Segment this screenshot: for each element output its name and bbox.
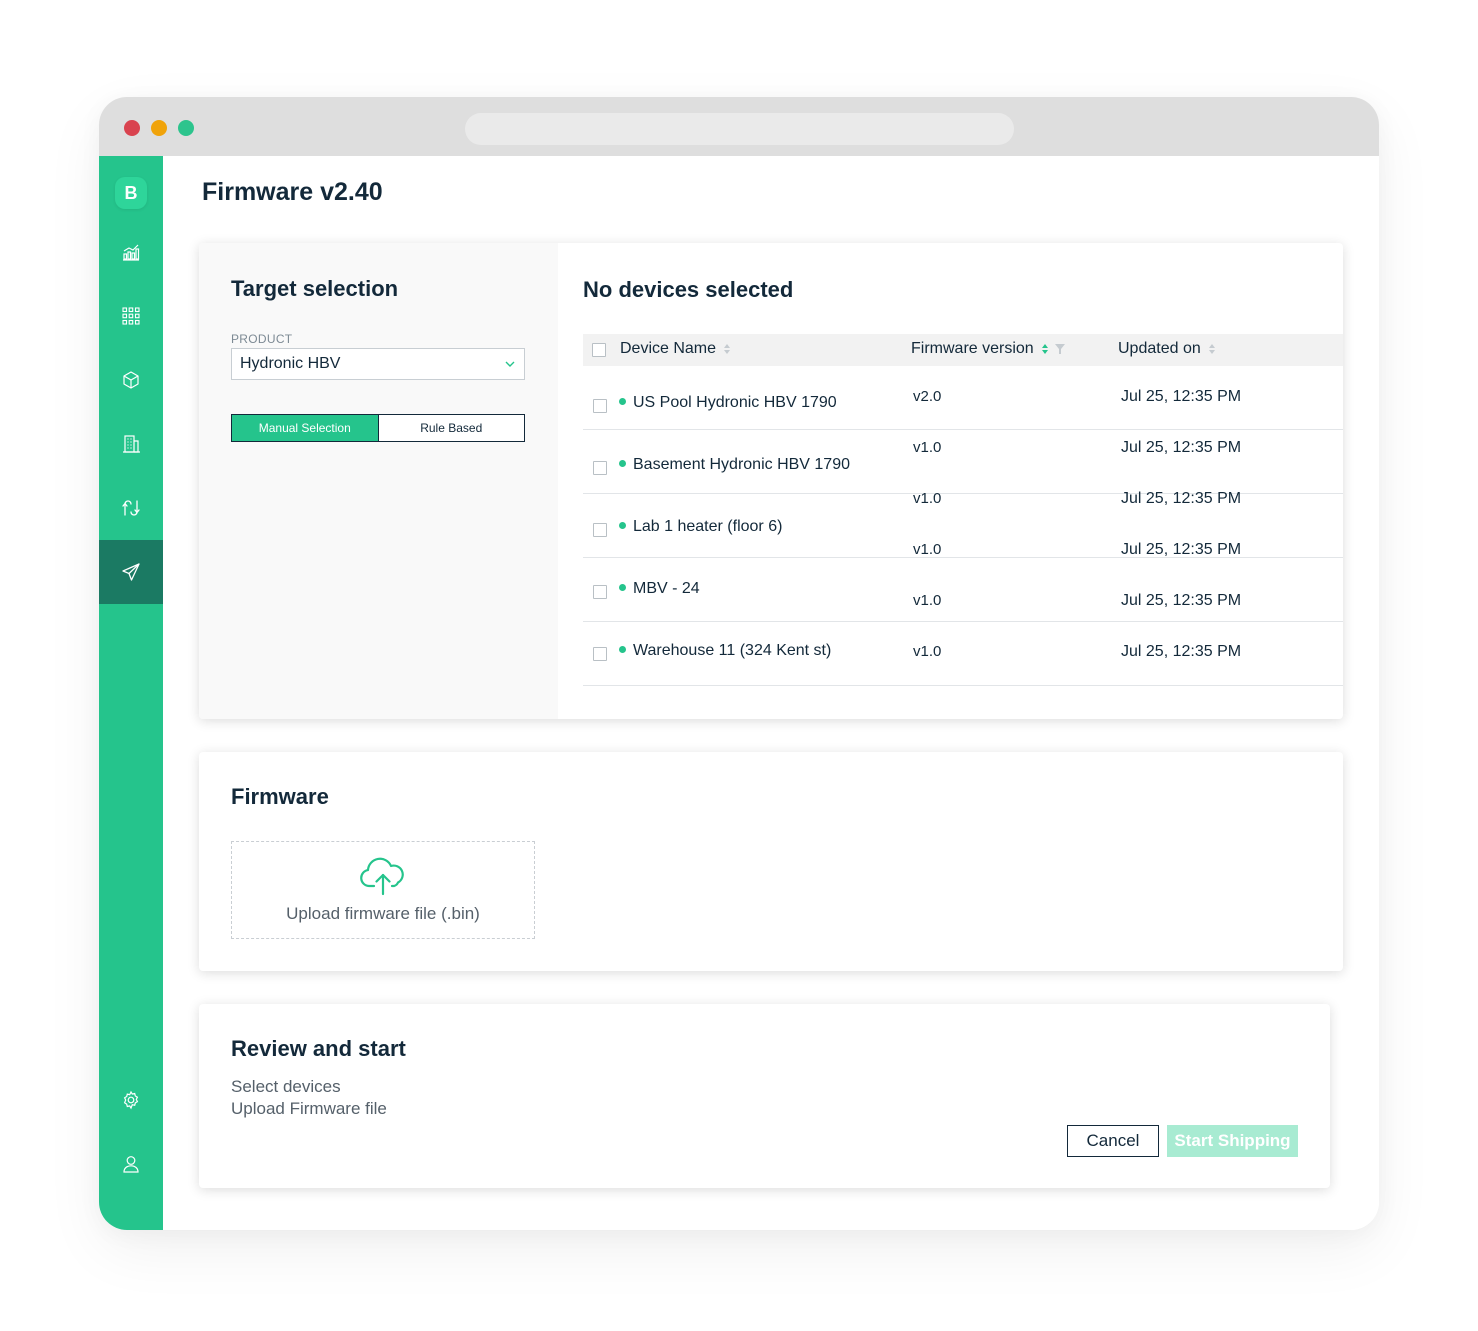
sidebar-item-profile[interactable] xyxy=(99,1132,163,1196)
target-selection-title: Target selection xyxy=(231,276,399,301)
sidebar-item-organizations[interactable] xyxy=(99,412,163,476)
row-checkbox[interactable] xyxy=(593,585,607,599)
select-all-checkbox[interactable] xyxy=(592,343,606,357)
device-name[interactable]: Basement Hydronic HBV 1790 xyxy=(619,456,850,474)
firmware-title: Firmware xyxy=(231,784,329,809)
analytics-icon xyxy=(123,244,140,261)
firmware-card: Firmware Upload firmware file (.bin) xyxy=(199,752,1343,971)
sidebar-item-firmware[interactable] xyxy=(99,540,163,604)
online-status-dot xyxy=(619,646,626,654)
target-selection-card: Target selection PRODUCT Hydronic HBV Ma… xyxy=(199,243,1343,719)
address-bar[interactable] xyxy=(465,113,1014,145)
devices-title: No devices selected xyxy=(583,277,794,302)
start-shipping-button[interactable]: Start Shipping xyxy=(1167,1125,1298,1157)
column-device-name[interactable]: Device Name xyxy=(620,340,731,358)
gear-icon xyxy=(123,1090,139,1110)
maximize-window-dot[interactable] xyxy=(178,120,194,136)
device-name[interactable]: MBV - 24 xyxy=(619,580,700,598)
grid-icon xyxy=(122,307,140,325)
firmware-version: v1.0 xyxy=(913,490,942,507)
online-status-dot xyxy=(619,584,626,592)
column-updated-on-label: Updated on xyxy=(1118,340,1201,357)
firmware-version: v1.0 xyxy=(913,541,942,558)
updated-on: Jul 25, 12:35 PM xyxy=(1121,490,1242,507)
rule-based-button[interactable]: Rule Based xyxy=(378,415,524,441)
column-firmware-version-label: Firmware version xyxy=(911,340,1034,357)
manual-selection-button[interactable]: Manual Selection xyxy=(232,415,379,441)
sort-icon xyxy=(1209,343,1216,354)
updated-on: Jul 25, 12:35 PM xyxy=(1121,388,1242,405)
row-divider xyxy=(583,685,1343,686)
device-name-text: MBV - 24 xyxy=(633,580,700,597)
sidebar-item-transfer[interactable] xyxy=(99,476,163,540)
close-window-dot[interactable] xyxy=(124,120,140,136)
review-step-upload-firmware: Upload Firmware file xyxy=(231,1099,387,1118)
transfer-icon xyxy=(122,500,140,516)
product-select[interactable]: Hydronic HBV xyxy=(231,348,525,380)
building-icon xyxy=(123,435,140,453)
firmware-version: v1.0 xyxy=(913,592,942,609)
chevron-down-icon xyxy=(505,361,515,367)
firmware-version: v2.0 xyxy=(913,388,942,405)
upload-label: Upload firmware file (.bin) xyxy=(286,904,480,923)
review-card: Review and start Select devices Upload F… xyxy=(199,1004,1330,1188)
target-pane: Target selection PRODUCT Hydronic HBV Ma… xyxy=(199,243,558,719)
user-icon xyxy=(123,1156,139,1173)
cancel-button[interactable]: Cancel xyxy=(1067,1125,1159,1157)
devices-table-header: Device Name Firmware version Updated on xyxy=(583,334,1343,366)
row-checkbox[interactable] xyxy=(593,461,607,475)
row-checkbox[interactable] xyxy=(593,399,607,413)
column-firmware-version[interactable]: Firmware version xyxy=(911,340,1065,358)
updated-on: Jul 25, 12:35 PM xyxy=(1121,592,1242,609)
sidebar-item-products[interactable] xyxy=(99,348,163,412)
minimize-window-dot[interactable] xyxy=(151,120,167,136)
sidebar: B xyxy=(99,156,163,1230)
device-name-text: US Pool Hydronic HBV 1790 xyxy=(633,394,837,411)
row-divider xyxy=(583,429,1343,430)
browser-titlebar xyxy=(99,97,1379,156)
device-name-text: Basement Hydronic HBV 1790 xyxy=(633,456,850,473)
updated-on: Jul 25, 12:35 PM xyxy=(1121,643,1242,660)
upload-firmware-dropzone[interactable]: Upload firmware file (.bin) xyxy=(231,841,535,939)
filter-icon[interactable] xyxy=(1054,343,1065,354)
selection-mode-toggle: Manual Selection Rule Based xyxy=(231,414,525,442)
device-name[interactable]: US Pool Hydronic HBV 1790 xyxy=(619,394,837,412)
device-name[interactable]: Lab 1 heater (floor 6) xyxy=(619,518,782,536)
product-label: PRODUCT xyxy=(231,332,293,346)
device-name-text: Warehouse 11 (324 Kent st) xyxy=(633,642,832,659)
online-status-dot xyxy=(619,460,626,468)
device-name[interactable]: Warehouse 11 (324 Kent st) xyxy=(619,642,831,660)
column-updated-on[interactable]: Updated on xyxy=(1118,340,1216,358)
sidebar-item-analytics[interactable] xyxy=(99,220,163,284)
main-content: Firmware v2.40 Target selection PRODUCT … xyxy=(163,156,1379,1230)
row-divider xyxy=(583,621,1343,622)
online-status-dot xyxy=(619,398,626,406)
online-status-dot xyxy=(619,522,626,530)
firmware-version: v1.0 xyxy=(913,439,942,456)
product-select-value: Hydronic HBV xyxy=(240,355,341,372)
cloud-upload-icon xyxy=(360,857,404,896)
updated-on: Jul 25, 12:35 PM xyxy=(1121,439,1242,456)
page-title: Firmware v2.40 xyxy=(202,178,383,206)
device-name-text: Lab 1 heater (floor 6) xyxy=(633,518,783,535)
column-device-name-label: Device Name xyxy=(620,340,717,357)
sidebar-item-devices[interactable] xyxy=(99,284,163,348)
row-checkbox[interactable] xyxy=(593,647,607,661)
updated-on: Jul 25, 12:35 PM xyxy=(1121,541,1242,558)
sidebar-item-settings[interactable] xyxy=(99,1068,163,1132)
firmware-version: v1.0 xyxy=(913,643,942,660)
sort-icon xyxy=(1042,343,1049,354)
review-title: Review and start xyxy=(231,1036,406,1061)
send-icon xyxy=(122,563,140,581)
browser-window: B Firmware v2.40 Target selection PRODUC… xyxy=(99,97,1379,1230)
box-icon xyxy=(123,371,139,389)
sort-icon xyxy=(724,343,731,354)
app-logo[interactable]: B xyxy=(115,177,147,209)
row-checkbox[interactable] xyxy=(593,523,607,537)
review-step-select-devices: Select devices xyxy=(231,1077,341,1096)
